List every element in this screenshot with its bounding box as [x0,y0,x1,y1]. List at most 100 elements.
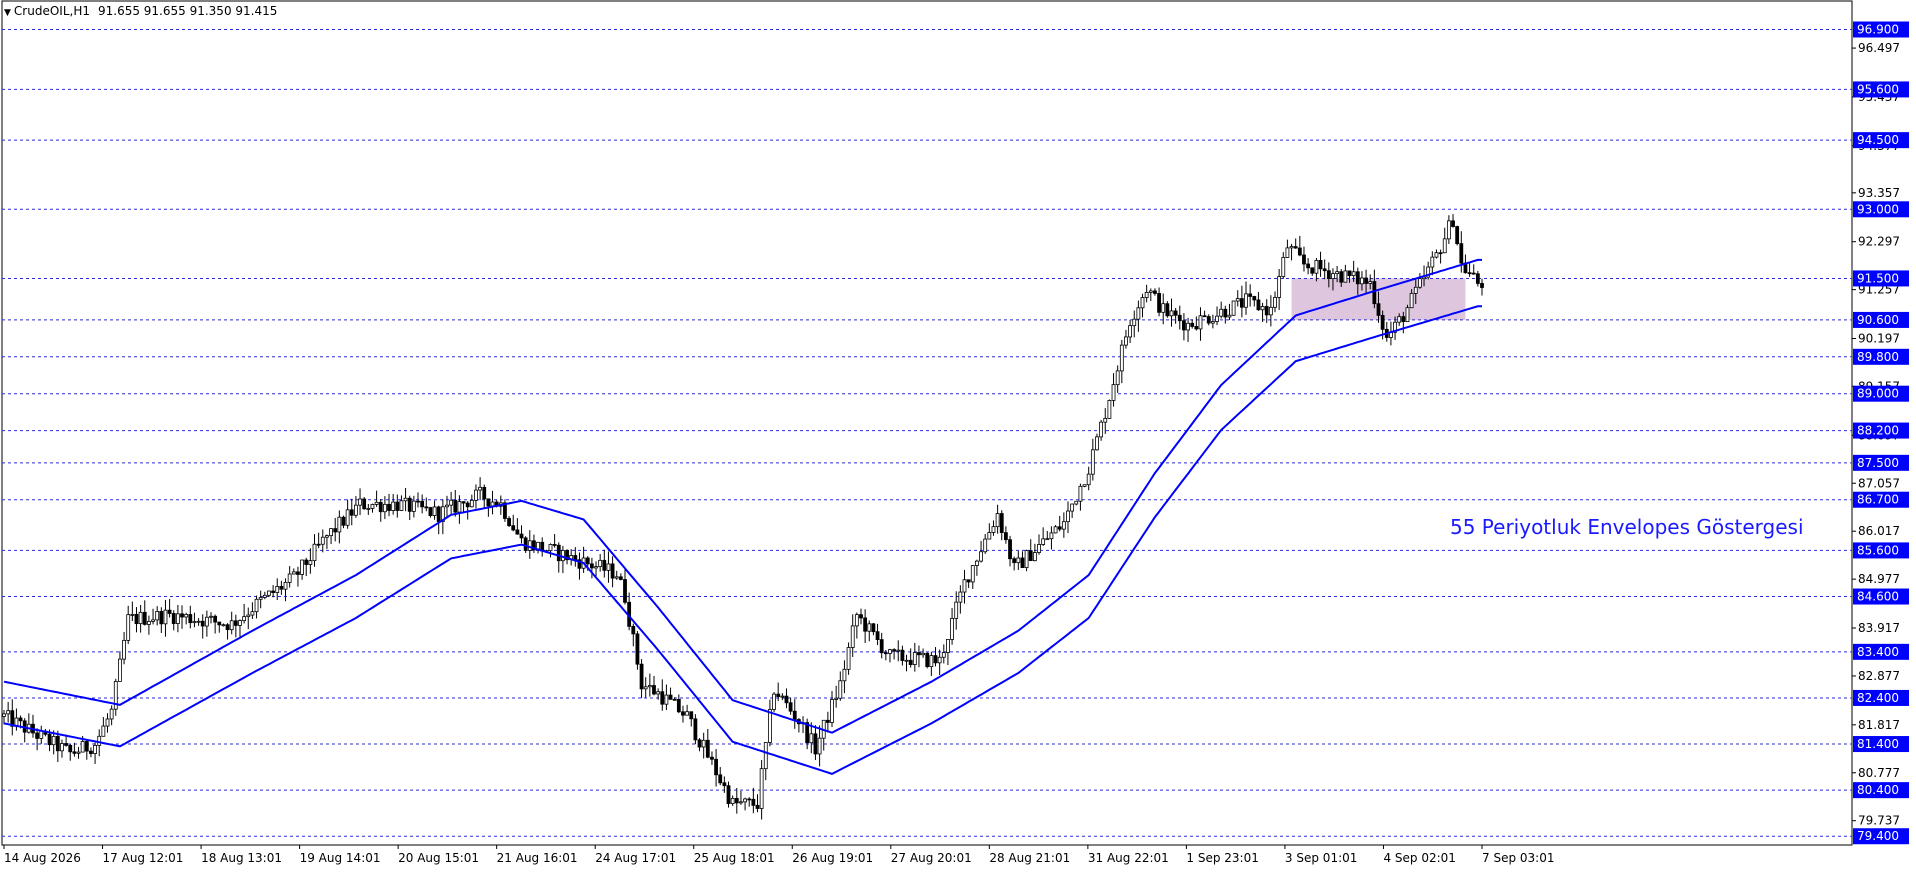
candle-body [1401,316,1406,323]
candle-body [387,503,391,511]
candle-body [917,652,921,656]
level-price-label: 84.600 [1857,590,1899,604]
x-tick-label: 24 Aug 17:01 [595,851,676,865]
candle-body [1202,315,1207,318]
candle-body [1194,326,1199,330]
candle-body [1480,283,1484,288]
candle-body [287,573,292,583]
y-tick-label: 79.737 [1858,814,1900,828]
candle-body [238,620,242,626]
candle-body [871,623,876,633]
x-tick-label: 28 Aug 21:01 [989,851,1070,865]
candle-body [602,559,607,571]
candle-body [109,708,114,720]
candle-body [1037,544,1041,553]
candle-body [1235,298,1240,302]
candle-body [1467,272,1472,275]
candle-body [283,581,288,590]
candle-body [933,655,938,664]
candle-body [788,702,793,712]
candle-body [730,797,735,804]
candle-body [175,613,180,624]
candle-body [76,751,81,754]
candle-body [370,504,375,509]
y-tick-label: 81.817 [1858,718,1900,732]
candle-body [1451,220,1455,227]
candle-body [768,709,772,743]
candle-body [743,798,747,803]
candle-body [937,656,942,664]
candle-body [1148,290,1153,293]
candle-body [1227,314,1232,318]
y-tick-label: 86.017 [1858,524,1900,538]
candle-body [258,597,263,600]
candle-body [337,516,342,533]
dropdown-triangle-icon[interactable]: ▼ [4,8,11,18]
candle-body [726,785,731,804]
candle-body [1302,254,1306,265]
candle-body [705,739,710,758]
candle-body [1003,532,1008,541]
candle-body [1434,252,1439,258]
candle-body [72,751,77,754]
x-tick-label: 19 Aug 14:01 [300,851,381,865]
level-price-label: 94.500 [1857,133,1899,147]
candle-body [672,698,677,701]
candle-body [817,737,822,755]
candle-body [233,620,238,626]
candle-body [1413,286,1418,294]
candle-body [1045,538,1050,541]
candle-body [1318,260,1323,270]
candle-body [1177,314,1182,322]
candle-body [1028,550,1033,562]
candle-body [784,695,789,704]
candle-body [407,497,412,512]
y-tick-label: 84.977 [1858,572,1900,586]
candle-body [482,486,487,500]
candle-body [217,621,222,626]
level-price-label: 89.000 [1857,387,1899,401]
candle-body [664,694,669,705]
x-tick-label: 18 Aug 13:01 [201,851,282,865]
candle-body [598,559,603,568]
candle-body [1206,316,1211,324]
candle-body [1095,436,1099,451]
candle-body [1297,247,1302,256]
candle-body [229,620,234,631]
candle-body [1239,298,1244,308]
candle-body [1417,278,1422,288]
candle-body [908,659,913,665]
candle-body [1082,484,1087,487]
candle-body [825,719,830,723]
candle-body [1157,293,1161,313]
candle-body [192,621,197,624]
level-price-label: 90.600 [1857,313,1899,327]
candle-body [660,691,665,705]
candle-body [1281,257,1286,277]
candle-body [151,619,155,622]
candle-body [631,625,636,635]
candle-body [573,555,578,561]
candle-body [722,782,727,787]
candle-body [474,489,478,501]
candle-body [374,501,379,505]
candle-body [1368,281,1373,284]
candle-body [921,652,925,656]
candle-body [1107,400,1112,419]
level-price-label: 93.000 [1857,202,1899,216]
candle-body [254,598,259,613]
candle-body [1322,268,1327,272]
candle-body [1372,281,1377,305]
candle-body [180,613,184,618]
candle-body [200,620,205,627]
candle-body [1115,370,1120,386]
candle-body [291,571,296,575]
candle-body [863,617,868,632]
candle-body [1066,510,1070,523]
price-chart: 96.49795.43794.37793.35792.29791.25790.1… [1,0,1909,865]
candle-body [1041,538,1046,545]
candle-body [167,609,172,614]
candle-body [511,525,516,531]
x-tick-label: 7 Sep 03:01 [1482,851,1554,865]
candle-body [1198,315,1203,330]
